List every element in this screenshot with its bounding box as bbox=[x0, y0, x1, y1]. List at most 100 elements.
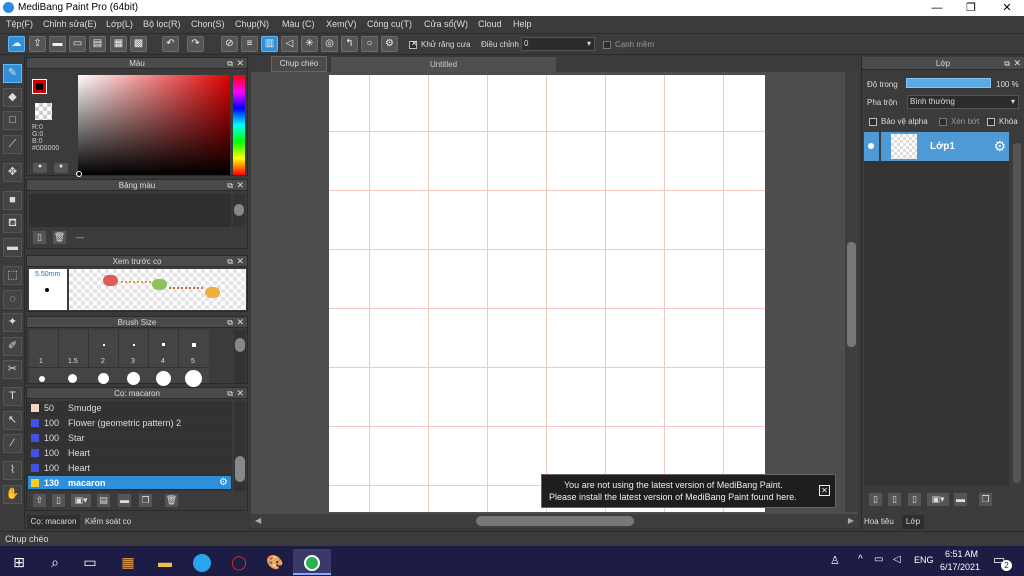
popout-icon[interactable]: ⧉ bbox=[227, 256, 233, 267]
folder-icon[interactable]: ▬ bbox=[118, 494, 131, 507]
eraser-tool-icon[interactable]: ◆ bbox=[3, 88, 22, 107]
people-icon[interactable]: ♙ bbox=[830, 554, 840, 567]
tab-brush[interactable]: Cọ: macaron bbox=[27, 515, 80, 529]
menu-tools[interactable]: Công cụ(T) bbox=[367, 19, 412, 29]
list-item[interactable]: 100 Heart bbox=[28, 446, 231, 460]
redo-icon[interactable]: ↷ bbox=[187, 36, 204, 52]
task-view-icon[interactable]: ▭ bbox=[71, 549, 109, 575]
duplicate-icon[interactable]: ❐ bbox=[139, 494, 152, 507]
panel-icon[interactable]: ▦ bbox=[110, 36, 127, 52]
operation-tool-icon[interactable]: ↖ bbox=[3, 411, 22, 430]
snap-off-icon[interactable]: ⊘ bbox=[221, 36, 238, 52]
close-icon[interactable]: ✕ bbox=[236, 388, 244, 399]
layer-scrollbar[interactable] bbox=[1012, 143, 1022, 486]
clock-time[interactable]: 6:51 AM bbox=[945, 549, 978, 559]
snap-settings-icon[interactable]: ⚙ bbox=[381, 36, 398, 52]
new-brush-icon[interactable]: ▯ bbox=[52, 494, 65, 507]
background-color-swatch[interactable] bbox=[35, 103, 52, 120]
gradient-tool-icon[interactable]: ▬ bbox=[3, 238, 22, 257]
language-indicator[interactable]: ENG bbox=[914, 555, 934, 565]
new-layer-icon[interactable]: ▯ bbox=[869, 493, 882, 506]
size-cell-2[interactable]: 2 bbox=[89, 330, 119, 368]
new-file-icon[interactable]: ▭ bbox=[69, 36, 86, 52]
rectangle-tool-icon[interactable]: □ bbox=[3, 111, 22, 130]
brush-list-scrollbar[interactable] bbox=[234, 401, 246, 491]
saturation-value-picker[interactable] bbox=[76, 75, 230, 177]
antialias-checkbox[interactable]: ✕ bbox=[409, 39, 418, 49]
grid-icon[interactable]: ▩ bbox=[130, 36, 147, 52]
undo-icon[interactable]: ↶ bbox=[162, 36, 179, 52]
maximize-button[interactable]: ❐ bbox=[954, 0, 988, 16]
snap-vanish-icon[interactable]: ◁ bbox=[281, 36, 298, 52]
snap-parallel-icon[interactable]: ≡ bbox=[241, 36, 258, 52]
search-icon[interactable]: ⌕ bbox=[36, 549, 74, 575]
list-item[interactable]: 100 Heart bbox=[28, 461, 231, 475]
lock-checkbox[interactable] bbox=[987, 118, 995, 126]
popout-icon[interactable]: ⧉ bbox=[227, 317, 233, 328]
snap-circle-icon[interactable]: ◎ bbox=[321, 36, 338, 52]
text-tool-icon[interactable]: T bbox=[3, 387, 22, 406]
menu-file[interactable]: Tệp(F) bbox=[6, 19, 33, 29]
list-item[interactable]: 100 Flower (geometric pattern) 2 bbox=[28, 416, 231, 430]
add-brush-menu-icon[interactable]: ▣▾ bbox=[71, 494, 91, 507]
trash-icon[interactable]: 🗑 bbox=[53, 231, 66, 244]
menu-window[interactable]: Cửa sổ(W) bbox=[424, 19, 468, 29]
snap-curve-icon[interactable]: ↰ bbox=[341, 36, 358, 52]
soft-edge-checkbox[interactable] bbox=[603, 41, 611, 49]
hand-tool-icon[interactable]: ✋ bbox=[3, 485, 22, 504]
add-layer-menu-icon[interactable]: ▣▾ bbox=[927, 493, 949, 506]
document-icon[interactable]: ▤ bbox=[89, 36, 106, 52]
duplicate-layer-icon[interactable]: ❐ bbox=[979, 493, 992, 506]
bucket-tool-icon[interactable]: ⛾ bbox=[3, 214, 22, 233]
paint-palette-icon[interactable]: 🎨 bbox=[256, 549, 294, 575]
network-icon[interactable]: ▭ bbox=[874, 554, 883, 565]
vertical-scrollbar[interactable] bbox=[845, 72, 858, 512]
size-cell-1[interactable]: 1 bbox=[29, 330, 59, 368]
popout-icon[interactable]: ⧉ bbox=[1004, 57, 1010, 70]
palette-area[interactable] bbox=[29, 194, 231, 227]
menu-filter[interactable]: Bộ lọc(R) bbox=[143, 19, 181, 29]
trash-icon[interactable]: 🗑 bbox=[165, 494, 178, 507]
menu-cloud[interactable]: Cloud bbox=[478, 19, 502, 29]
comment-icon[interactable]: ▬ bbox=[49, 36, 66, 52]
new-palette-icon[interactable]: ▯ bbox=[33, 231, 46, 244]
minimize-button[interactable]: — bbox=[920, 0, 954, 16]
folder-icon[interactable]: ▬ bbox=[954, 493, 967, 506]
close-icon[interactable]: ✕ bbox=[1013, 57, 1021, 70]
brush-size-scrollbar[interactable] bbox=[234, 330, 246, 383]
close-icon[interactable]: ✕ bbox=[236, 180, 244, 191]
snap-radial-icon[interactable]: ✳ bbox=[301, 36, 318, 52]
hue-slider[interactable] bbox=[233, 75, 245, 175]
divide-tool-icon[interactable]: ⁄ bbox=[3, 434, 22, 453]
close-icon[interactable]: ✕ bbox=[236, 256, 244, 267]
list-item-selected[interactable]: 130 macaron ⚙ bbox=[28, 476, 231, 490]
vertical-scroll-thumb[interactable] bbox=[847, 242, 856, 347]
new-halftone-layer-icon[interactable]: ▯ bbox=[908, 493, 921, 506]
cloud-icon[interactable]: ☁ bbox=[8, 36, 25, 52]
close-icon[interactable]: ✕ bbox=[819, 485, 830, 496]
size-cell-4[interactable]: 4 bbox=[149, 330, 179, 368]
close-button[interactable]: ✕ bbox=[990, 0, 1024, 16]
fill-rect-tool-icon[interactable]: ■ bbox=[3, 191, 22, 210]
eye-icon[interactable] bbox=[868, 143, 874, 149]
popout-icon[interactable]: ⧉ bbox=[227, 58, 233, 69]
volume-icon[interactable]: ◁ bbox=[893, 554, 901, 565]
zalo-icon[interactable] bbox=[183, 549, 221, 575]
tab-layer[interactable]: Lớp bbox=[902, 515, 924, 529]
menu-edit[interactable]: Chỉnh sửa(E) bbox=[43, 19, 97, 29]
line-tool-icon[interactable]: ⟋ bbox=[3, 135, 22, 154]
update-notification[interactable]: You are not using the latest version of … bbox=[541, 474, 836, 508]
scroll-left-icon[interactable]: ◀ bbox=[255, 516, 261, 525]
eyedrop-color-icon[interactable]: ● bbox=[54, 163, 68, 173]
adjust-select[interactable]: 0 ▾ bbox=[521, 37, 595, 51]
popout-icon[interactable]: ⧉ bbox=[227, 180, 233, 191]
share-icon[interactable]: ⇪ bbox=[29, 36, 46, 52]
menu-color[interactable]: Màu (C) bbox=[282, 19, 315, 29]
medibang-taskbar-icon[interactable] bbox=[293, 549, 331, 575]
app-grid-icon[interactable]: ▦ bbox=[109, 549, 147, 575]
size-cell-3[interactable]: 3 bbox=[119, 330, 149, 368]
opera-icon[interactable]: ◯ bbox=[220, 549, 258, 575]
menu-snap[interactable]: Chụp(N) bbox=[235, 19, 269, 29]
tab-document[interactable]: Untitled bbox=[331, 57, 556, 72]
upload-brush-icon[interactable]: ⇧ bbox=[33, 494, 46, 507]
